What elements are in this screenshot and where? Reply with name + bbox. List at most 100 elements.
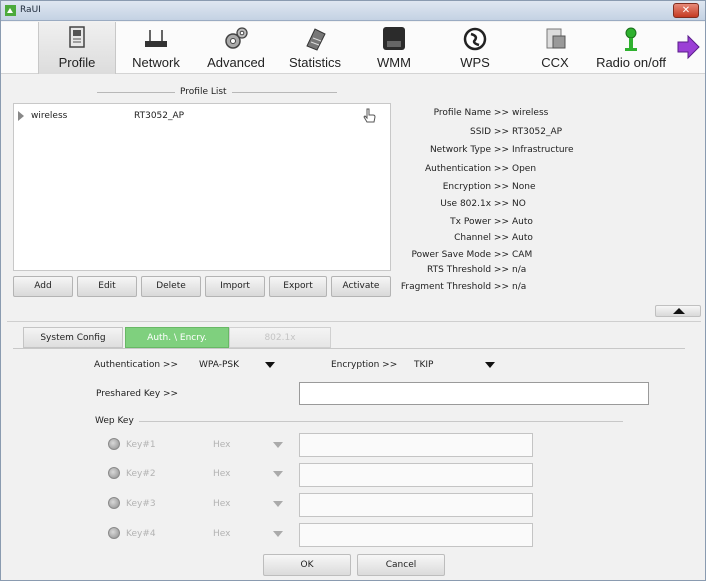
toolbar-ccx[interactable]: CCX: [528, 22, 582, 74]
export-button[interactable]: Export: [269, 276, 327, 297]
chevron-down-icon[interactable]: [485, 362, 495, 368]
info-value: Open: [512, 164, 537, 174]
key4-radio[interactable]: [108, 527, 120, 539]
toolbar-label: Radio on/off: [596, 55, 666, 70]
info-key: Tx Power >>: [450, 217, 509, 227]
edit-button[interactable]: Edit: [77, 276, 137, 297]
window-title: RaUI: [20, 5, 41, 15]
toolbar-label: CCX: [541, 55, 569, 70]
activate-button[interactable]: Activate: [331, 276, 391, 297]
info-key: RTS Threshold >>: [427, 265, 509, 275]
profile-ssid: RT3052_AP: [134, 111, 185, 121]
toolbar-label: WPS: [460, 55, 490, 70]
info-key: Channel >>: [454, 233, 509, 243]
tabs-underline: [13, 348, 685, 349]
statistics-icon: [306, 28, 326, 51]
section-divider: [7, 321, 701, 322]
wmm-icon: [383, 27, 405, 50]
authentication-select[interactable]: WPA-PSK: [199, 360, 239, 370]
ok-button[interactable]: OK: [263, 554, 351, 576]
info-key: SSID >>: [470, 127, 509, 137]
key4-input[interactable]: [299, 523, 533, 547]
toolbar-wps[interactable]: WPS: [448, 22, 502, 74]
toolbar-statistics[interactable]: Statistics: [283, 22, 347, 74]
key1-radio[interactable]: [108, 438, 120, 450]
key3-radio[interactable]: [108, 497, 120, 509]
info-value: CAM: [512, 250, 533, 260]
info-value: n/a: [512, 282, 527, 292]
key3-input[interactable]: [299, 493, 533, 517]
info-value: wireless: [512, 108, 549, 118]
collapse-toggle-button[interactable]: [655, 305, 701, 317]
info-key: Use 802.1x >>: [440, 199, 509, 209]
delete-button[interactable]: Delete: [141, 276, 201, 297]
key3-format-select[interactable]: Hex: [213, 499, 230, 509]
profile-name: wireless: [31, 111, 68, 121]
toolbar-label: Advanced: [207, 55, 265, 70]
toolbar-wmm[interactable]: WMM: [367, 22, 421, 74]
radio-onoff-icon: [625, 27, 637, 51]
arrow-right-icon[interactable]: [675, 34, 701, 60]
toolbar-advanced[interactable]: Advanced: [201, 22, 271, 74]
key2-input[interactable]: [299, 463, 533, 487]
encryption-label: Encryption >>: [331, 360, 398, 370]
triangle-right-icon: [18, 111, 24, 121]
cancel-button[interactable]: Cancel: [357, 554, 445, 576]
wps-icon: [463, 27, 487, 51]
info-value: RT3052_AP: [512, 127, 563, 137]
info-value: NO: [512, 199, 526, 209]
key2-radio[interactable]: [108, 467, 120, 479]
close-button[interactable]: ✕: [673, 3, 699, 18]
tab-8021x: 802.1x: [229, 327, 331, 348]
toolbar-label: Network: [132, 55, 180, 70]
chevron-down-icon[interactable]: [265, 362, 275, 368]
toolbar-label: Profile: [58, 55, 96, 70]
info-key: Profile Name >>: [433, 108, 509, 118]
key1-input[interactable]: [299, 433, 533, 457]
list-item[interactable]: wireless RT3052_AP: [14, 108, 390, 124]
info-value: Auto: [512, 217, 533, 227]
toolbar-label: WMM: [377, 55, 411, 70]
hand-pointer-icon: [363, 108, 376, 123]
info-value: Infrastructure: [512, 145, 574, 155]
key1-label: Key#1: [126, 440, 156, 450]
add-button[interactable]: Add: [13, 276, 73, 297]
info-value: Auto: [512, 233, 533, 243]
profile-list[interactable]: wireless RT3052_AP: [13, 103, 391, 271]
main-toolbar: Profile Network Advanced Statistics WMM …: [1, 22, 705, 74]
chevron-down-icon[interactable]: [273, 442, 283, 448]
key1-format-select[interactable]: Hex: [213, 440, 230, 450]
title-bar: RaUI ✕: [1, 1, 705, 21]
tab-system-config[interactable]: System Config: [23, 327, 123, 348]
info-key: Network Type >>: [429, 145, 509, 155]
key4-label: Key#4: [126, 529, 156, 539]
info-value: n/a: [512, 265, 527, 275]
profile-list-title: Profile List: [97, 87, 337, 97]
toolbar-label: Statistics: [288, 55, 341, 70]
app-logo-icon: [5, 5, 16, 16]
chevron-down-icon[interactable]: [273, 501, 283, 507]
toolbar-network[interactable]: Network: [123, 22, 189, 74]
key3-label: Key#3: [126, 499, 156, 509]
wep-key-group: Wep Key: [95, 416, 623, 427]
encryption-select[interactable]: TKIP: [414, 360, 433, 370]
toolbar-profile[interactable]: Profile: [38, 22, 116, 74]
import-button[interactable]: Import: [205, 276, 265, 297]
chevron-down-icon[interactable]: [273, 471, 283, 477]
authentication-label: Authentication >>: [94, 360, 179, 370]
preshared-key-input[interactable]: [299, 382, 649, 405]
info-key: Authentication >>: [424, 164, 509, 174]
tab-auth-encry[interactable]: Auth. \ Encry.: [125, 327, 229, 348]
advanced-gears-icon: [225, 27, 248, 49]
raui-window: RaUI ✕ Profile Network Advanced Statisti…: [0, 0, 706, 581]
preshared-key-label: Preshared Key >>: [96, 389, 179, 399]
key2-label: Key#2: [126, 469, 156, 479]
network-icon: [145, 30, 167, 47]
info-value: None: [512, 182, 536, 192]
ccx-icon: [546, 28, 566, 49]
key2-format-select[interactable]: Hex: [213, 469, 230, 479]
key4-format-select[interactable]: Hex: [213, 529, 230, 539]
toolbar-radio-onoff[interactable]: Radio on/off: [591, 22, 671, 74]
chevron-down-icon[interactable]: [273, 531, 283, 537]
wep-key-title: Wep Key: [95, 416, 134, 426]
